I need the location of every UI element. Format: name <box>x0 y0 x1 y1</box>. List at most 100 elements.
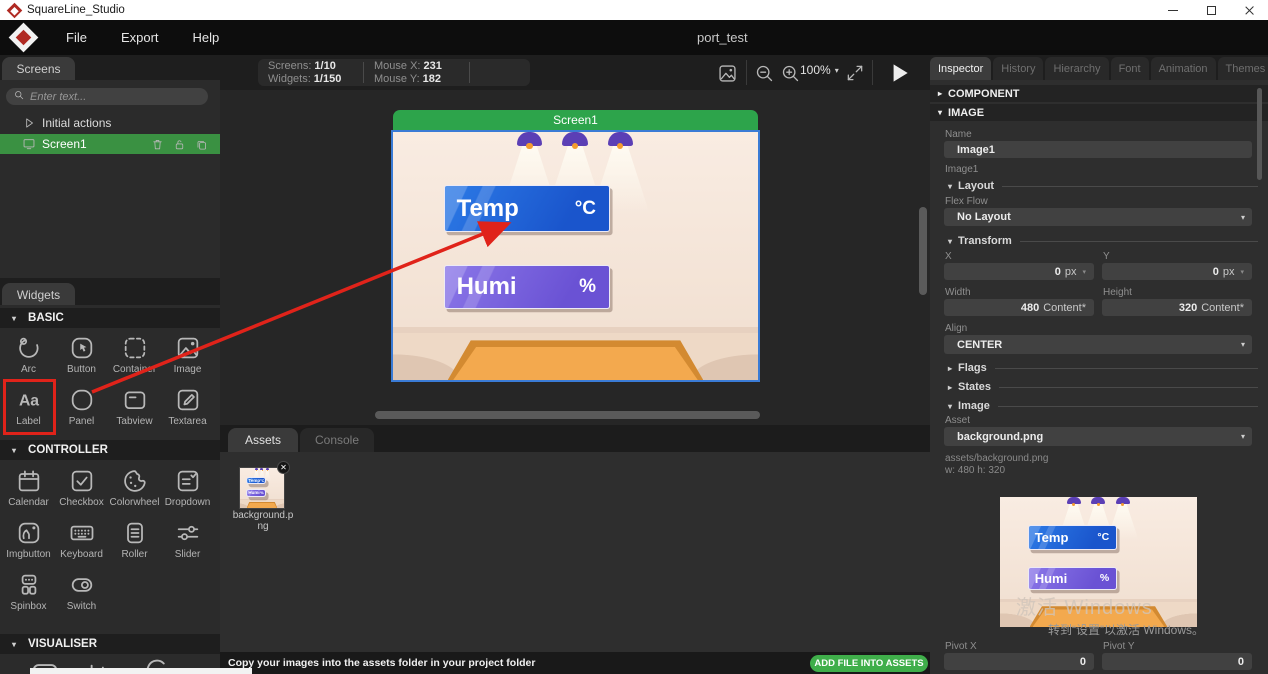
inspector-tab-history[interactable]: History <box>993 57 1043 80</box>
button-icon <box>68 332 96 363</box>
remove-asset-icon[interactable]: ✕ <box>277 461 290 474</box>
toolbar-divider <box>872 60 873 85</box>
widget-keyboard[interactable]: Keyboard <box>55 514 108 566</box>
temp-panel: Temp°C <box>1028 525 1118 550</box>
widget-checkbox[interactable]: Checkbox <box>55 462 108 514</box>
inspector-tab-hierarchy[interactable]: Hierarchy <box>1045 57 1108 80</box>
temp-panel[interactable]: Temp°C <box>444 185 610 232</box>
asset-thumbnail-background-png[interactable]: Temp°CHumi% <box>239 467 285 509</box>
vertical-scrollbar[interactable] <box>919 207 927 295</box>
ceiling-lamp-icon <box>1091 497 1105 504</box>
widget-slider[interactable]: Slider <box>161 514 214 566</box>
inspector-scrollbar[interactable] <box>1257 88 1262 180</box>
width-input[interactable]: 480Content* <box>944 299 1094 316</box>
zoom-level-dropdown[interactable]: 100% <box>800 63 839 77</box>
menu-export[interactable]: Export <box>111 26 169 49</box>
zoom-in-icon[interactable] <box>778 61 802 85</box>
widget-image[interactable]: Image <box>161 329 214 381</box>
section-visualiser[interactable]: VISUALISER <box>0 634 220 654</box>
inspector-tab-animation[interactable]: Animation <box>1151 57 1216 80</box>
humi-panel[interactable]: Humi% <box>444 265 610 310</box>
horizontal-scrollbar[interactable] <box>375 411 760 419</box>
zoom-out-icon[interactable] <box>752 61 776 85</box>
height-label: Height <box>1103 287 1132 298</box>
component-section-header[interactable]: COMPONENT <box>930 85 1268 102</box>
app-logo-icon <box>9 5 20 16</box>
ceiling-lamp-icon <box>255 468 258 470</box>
squareline-studio-window: SquareLine_Studio File Export Help port_… <box>0 0 1268 674</box>
widget-container[interactable]: Container <box>108 329 161 381</box>
name-input[interactable]: Image1 <box>944 141 1252 158</box>
widget-button[interactable]: Button <box>55 329 108 381</box>
image-section-header[interactable]: IMAGE <box>930 104 1268 121</box>
menu-help[interactable]: Help <box>183 26 230 49</box>
flags-section-header[interactable]: Flags <box>948 362 1258 374</box>
states-section-header[interactable]: States <box>948 381 1258 393</box>
tab-widgets[interactable]: Widgets <box>2 283 75 306</box>
inspector-tab-inspector[interactable]: Inspector <box>930 57 991 80</box>
flex-flow-label: Flex Flow <box>945 196 988 207</box>
canvas-stats-box: Screens:1/10 Widgets:1/150 Mouse X:231 M… <box>258 59 530 86</box>
unit-caret-icon[interactable] <box>1082 268 1086 276</box>
widget-calendar[interactable]: Calendar <box>2 462 55 514</box>
roller-icon <box>121 517 149 548</box>
expand-caret-icon <box>938 89 942 98</box>
widget-tabview[interactable]: Tabview <box>108 381 161 433</box>
close-button[interactable] <box>1230 0 1268 20</box>
pivot-y-input[interactable]: 0 <box>1102 653 1252 670</box>
tab-assets[interactable]: Assets <box>228 428 298 452</box>
chevron-down-icon <box>1241 340 1245 349</box>
asset-label: Asset <box>945 415 970 426</box>
mouse-x: Mouse X:231 <box>374 60 469 73</box>
widget-arc[interactable]: Arc <box>2 329 55 381</box>
fit-zoom-icon[interactable] <box>842 61 868 85</box>
background-image-toggle-icon[interactable] <box>714 61 740 85</box>
transform-section-header[interactable]: Transform <box>948 235 1258 247</box>
widget-colorwheel[interactable]: Colorwheel <box>108 462 161 514</box>
panel-icon <box>68 384 96 415</box>
layout-section-header[interactable]: Layout <box>948 180 1258 192</box>
screen-canvas[interactable]: Temp°C Humi% <box>391 130 760 382</box>
widget-roller[interactable]: Roller <box>108 514 161 566</box>
screens-item-initial-actions[interactable]: Initial actions <box>0 113 220 133</box>
tab-console[interactable]: Console <box>300 428 374 452</box>
widget-dropdown[interactable]: Dropdown <box>161 462 214 514</box>
height-input[interactable]: 320Content* <box>1102 299 1252 316</box>
colorwheel-icon <box>121 465 149 496</box>
image-subsection-header[interactable]: Image <box>948 400 1258 412</box>
collapse-caret-icon <box>948 182 952 191</box>
inspector-tab-font[interactable]: Font <box>1111 57 1149 80</box>
x-input[interactable]: 0px <box>944 263 1094 280</box>
menu-file[interactable]: File <box>56 26 97 49</box>
widget-spinbox[interactable]: Spinbox <box>2 566 55 618</box>
asset-dropdown[interactable]: background.png <box>944 427 1252 446</box>
pivot-x-input[interactable]: 0 <box>944 653 1094 670</box>
screens-search-input[interactable]: Enter text... <box>6 88 208 105</box>
play-outline-icon <box>22 116 36 130</box>
align-dropdown[interactable]: CENTER <box>944 335 1252 354</box>
section-controller[interactable]: CONTROLLER <box>0 440 220 460</box>
widget-panel[interactable]: Panel <box>55 381 108 433</box>
flex-flow-dropdown[interactable]: No Layout <box>944 208 1252 226</box>
unit-caret-icon[interactable] <box>1240 268 1244 276</box>
duplicate-icon[interactable] <box>195 138 208 151</box>
maximize-button[interactable] <box>1192 0 1230 20</box>
widget-imgbutton[interactable]: Imgbutton <box>2 514 55 566</box>
windows-activation-watermark: 激活 Windows <box>1016 591 1153 620</box>
section-basic[interactable]: BASIC <box>0 308 220 328</box>
delete-screen-icon[interactable] <box>151 138 164 151</box>
widget-textarea[interactable]: Textarea <box>161 381 214 433</box>
unlock-icon[interactable] <box>173 138 186 151</box>
add-file-into-assets-button[interactable]: ADD FILE INTO ASSETS <box>810 655 928 672</box>
inspector-tab-themes[interactable]: Themes <box>1218 57 1268 80</box>
y-input[interactable]: 0px <box>1102 263 1252 280</box>
assets-panel <box>220 452 930 652</box>
minimize-button[interactable] <box>1154 0 1192 20</box>
tab-screens[interactable]: Screens <box>2 57 75 80</box>
close-icon <box>1244 5 1255 16</box>
screens-item-screen1[interactable]: Screen1 <box>0 134 220 154</box>
widget-switch[interactable]: Switch <box>55 566 108 618</box>
menu-bar: File Export Help port_test <box>0 20 1268 55</box>
play-button[interactable] <box>884 58 914 88</box>
screen-title-bar[interactable]: Screen1 <box>393 110 758 130</box>
